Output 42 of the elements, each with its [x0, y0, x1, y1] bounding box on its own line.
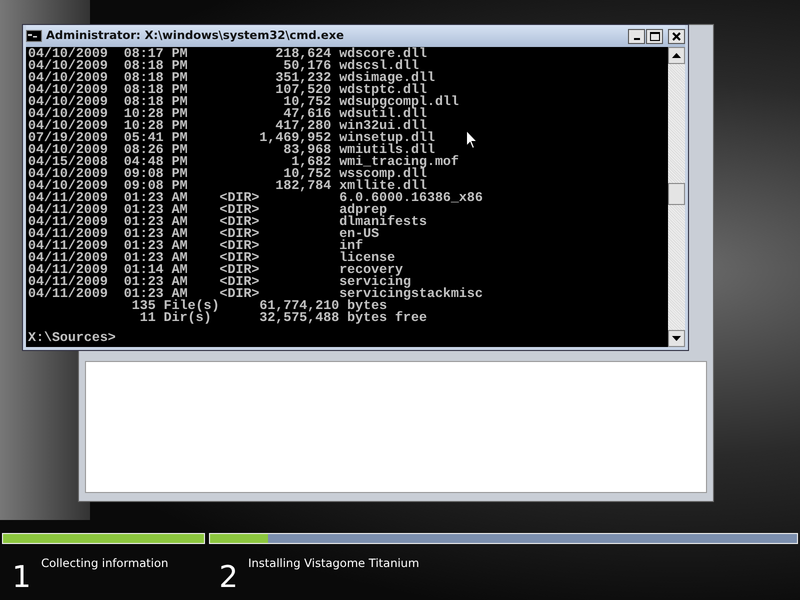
- scrollbar[interactable]: [668, 47, 685, 347]
- console-line: 04/11/2009 01:23 AM <DIR> servicingstackmisc: [28, 288, 483, 300]
- console-line: 11 Dir(s) 32,575,488 bytes free: [138, 312, 427, 324]
- step-label: Collecting information: [41, 555, 168, 572]
- console-line: 04/10/2009 08:18 PM 10,752 wdsupgcompl.dll: [28, 96, 459, 108]
- console-line: 04/10/2009 08:18 PM 50,176 wdscsl.dll: [28, 60, 419, 72]
- minimize-button[interactable]: [628, 28, 645, 44]
- console-icon: [26, 30, 42, 42]
- console-line: 07/19/2009 05:41 PM 1,469,952 winsetup.dll: [28, 132, 435, 144]
- console-line: 04/10/2009 10:28 PM 417,280 win32ui.dll: [28, 120, 427, 132]
- console-line: 04/10/2009 08:26 PM 83,968 wmiutils.dll: [28, 144, 435, 156]
- scroll-down-button[interactable]: [668, 330, 685, 347]
- close-icon: [672, 32, 681, 40]
- up-arrow-icon: [672, 53, 681, 58]
- scroll-thumb[interactable]: [668, 183, 685, 205]
- console-line: 04/11/2009 01:23 AM <DIR> dlmanifests: [28, 216, 427, 228]
- scroll-up-button[interactable]: [668, 47, 685, 64]
- mouse-pointer-icon: [466, 130, 478, 149]
- console-line: 04/11/2009 01:23 AM <DIR> en-US: [28, 228, 380, 240]
- console-line: 135 File(s) 61,774,210 bytes: [130, 300, 388, 312]
- console-line: 04/11/2009 01:23 AM <DIR> adprep: [28, 204, 388, 216]
- console-line: 04/10/2009 08:18 PM 351,232 wdsimage.dll: [28, 72, 435, 84]
- console-line: 04/10/2009 08:17 PM 218,624 wdscore.dll: [28, 48, 427, 60]
- console-line: 04/11/2009 01:14 AM <DIR> recovery: [28, 264, 404, 276]
- console-line: 04/10/2009 09:08 PM 10,752 wsscomp.dll: [28, 168, 427, 180]
- console-line: 04/11/2009 01:23 AM <DIR> license: [28, 252, 396, 264]
- maximize-button[interactable]: [646, 28, 663, 44]
- close-button[interactable]: [668, 28, 685, 44]
- console-line: 04/11/2009 01:23 AM <DIR> 6.0.6000.16386_x86: [28, 192, 483, 204]
- step-label: Installing Vistagome Titanium: [248, 555, 420, 572]
- console-line: 04/11/2009 01:23 AM <DIR> inf: [28, 240, 364, 252]
- command-prompt: X:\Sources>: [28, 332, 116, 344]
- step-number: 1: [12, 563, 32, 593]
- window-title: Administrator: X:\windows\system32\cmd.exe: [46, 27, 344, 44]
- down-arrow-icon: [672, 336, 681, 341]
- console-line: 04/15/2008 04:48 PM 1,682 wmi_tracing.mof: [28, 156, 459, 168]
- step-number: 2: [219, 563, 238, 593]
- console-line: 04/10/2009 09:08 PM 182,784 xmllite.dll: [28, 180, 427, 192]
- console-line: 04/11/2009 01:23 AM <DIR> servicing: [28, 276, 412, 288]
- maximize-icon: [650, 32, 660, 40]
- console-line: 04/10/2009 08:18 PM 107,520 wdstptc.dll: [28, 84, 427, 96]
- console-line: 04/10/2009 10:28 PM 47,616 wdsutil.dll: [28, 108, 427, 120]
